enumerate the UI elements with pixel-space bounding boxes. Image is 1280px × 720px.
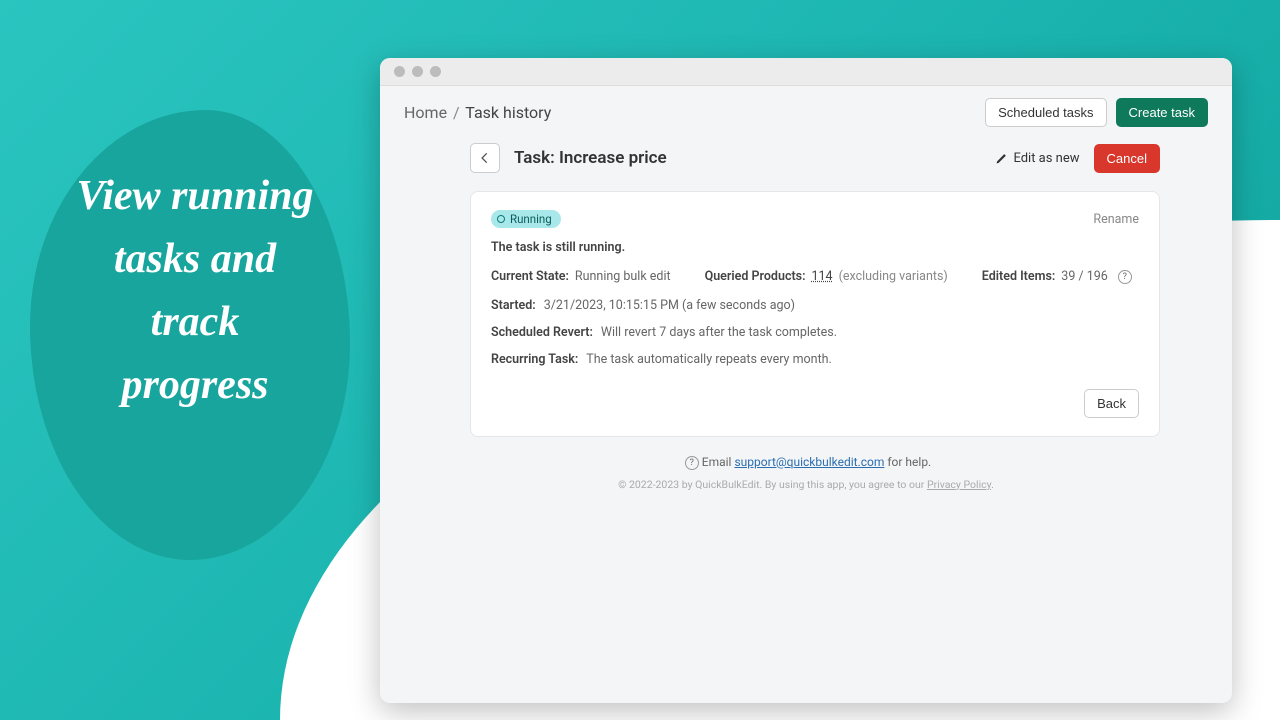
app-window: Home / Task history Scheduled tasks Crea… bbox=[380, 58, 1232, 703]
running-message: The task is still running. bbox=[491, 240, 1139, 255]
promo-text: View running tasks and track progress bbox=[75, 165, 315, 417]
pencil-icon bbox=[995, 152, 1008, 165]
current-state-label: Current State: bbox=[491, 269, 569, 284]
traffic-light-min[interactable] bbox=[412, 66, 423, 77]
task-card: Running Rename The task is still running… bbox=[470, 191, 1160, 437]
current-state-value: Running bulk edit bbox=[575, 269, 671, 284]
recurring-label: Recurring Task: bbox=[491, 352, 578, 367]
task-header: Task: Increase price Edit as new Cancel bbox=[380, 139, 1232, 177]
revert-label: Scheduled Revert: bbox=[491, 325, 593, 340]
help-icon: ? bbox=[685, 456, 699, 470]
traffic-light-max[interactable] bbox=[430, 66, 441, 77]
started-label: Started: bbox=[491, 298, 536, 313]
edit-as-new-label: Edit as new bbox=[1013, 151, 1079, 166]
recurring-value: The task automatically repeats every mon… bbox=[586, 352, 832, 367]
top-buttons: Scheduled tasks Create task bbox=[985, 98, 1208, 127]
support-email-link[interactable]: support@quickbulkedit.com bbox=[734, 455, 884, 469]
rename-link[interactable]: Rename bbox=[1093, 212, 1139, 227]
privacy-link[interactable]: Privacy Policy bbox=[927, 478, 991, 491]
create-task-button[interactable]: Create task bbox=[1116, 98, 1208, 127]
status-badge: Running bbox=[491, 210, 561, 228]
topbar: Home / Task history Scheduled tasks Crea… bbox=[380, 86, 1232, 139]
footer-help: ? Email support@quickbulkedit.com for he… bbox=[380, 455, 1232, 470]
scheduled-tasks-button[interactable]: Scheduled tasks bbox=[985, 98, 1106, 127]
footer-prefix: Email bbox=[702, 455, 735, 469]
help-icon[interactable]: ? bbox=[1118, 270, 1132, 284]
breadcrumb-sep: / bbox=[453, 103, 460, 122]
footer-suffix: for help. bbox=[884, 455, 931, 469]
back-button[interactable]: Back bbox=[1084, 389, 1139, 418]
arrow-left-icon bbox=[478, 151, 492, 165]
breadcrumb-home[interactable]: Home bbox=[404, 103, 447, 122]
copyright-text: © 2022-2023 by QuickBulkEdit. By using t… bbox=[618, 478, 927, 491]
copyright: © 2022-2023 by QuickBulkEdit. By using t… bbox=[380, 478, 1232, 491]
breadcrumb: Home / Task history bbox=[404, 103, 551, 122]
edited-label: Edited Items: bbox=[982, 269, 1056, 284]
edited-value: 39 / 196 bbox=[1061, 269, 1107, 284]
edit-as-new-button[interactable]: Edit as new bbox=[995, 151, 1079, 166]
back-arrow-button[interactable] bbox=[470, 143, 500, 173]
queried-label: Queried Products: bbox=[705, 269, 806, 284]
copyright-end: . bbox=[991, 478, 994, 491]
breadcrumb-current: Task history bbox=[465, 103, 551, 122]
task-title: Task: Increase price bbox=[514, 148, 667, 168]
revert-value: Will revert 7 days after the task comple… bbox=[601, 325, 837, 340]
queried-paren: (excluding variants) bbox=[839, 269, 948, 284]
traffic-light-close[interactable] bbox=[394, 66, 405, 77]
cancel-button[interactable]: Cancel bbox=[1094, 144, 1160, 173]
stats-line: Current State: Running bulk edit Queried… bbox=[491, 269, 1139, 284]
window-titlebar bbox=[380, 58, 1232, 86]
queried-link[interactable]: 114 bbox=[812, 269, 833, 284]
started-value: 3/21/2023, 10:15:15 PM (a few seconds ag… bbox=[544, 298, 795, 313]
